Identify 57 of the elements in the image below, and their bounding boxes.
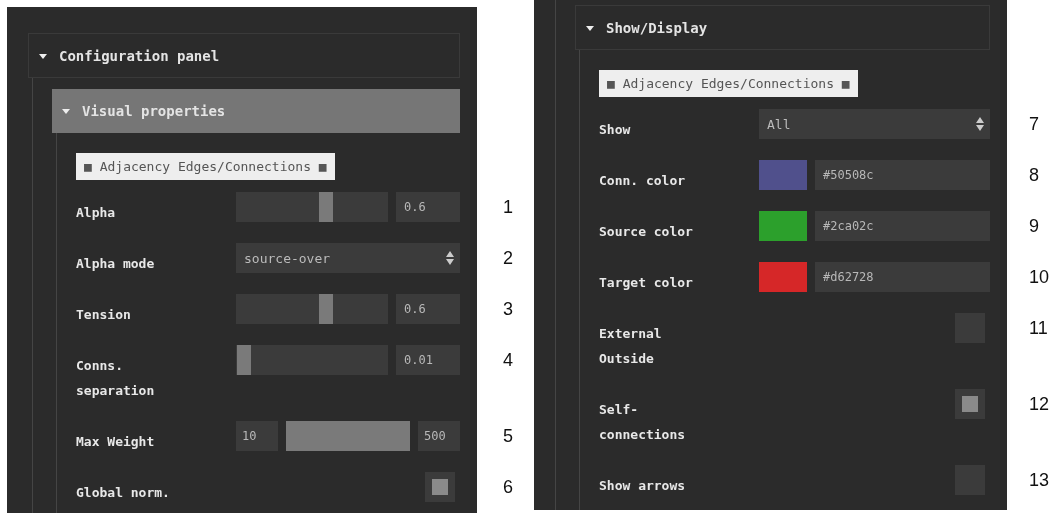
annotation-number: 4 [503,350,513,370]
slider-track[interactable] [236,192,388,222]
field-label: Conns. separation [76,357,156,400]
field-label: Target color [599,274,694,292]
field-label: Tension [76,306,132,324]
section-header[interactable]: Show/Display [575,5,990,50]
field-label: Show arrows [599,477,687,495]
value-field[interactable]: 0.6 [396,192,460,222]
min-field[interactable]: 10 [236,421,278,451]
field-label: External Outside [599,325,663,368]
field-label: Conn. color [599,172,687,190]
slider-thumb[interactable] [318,192,333,222]
color-swatch[interactable] [759,211,807,241]
dropdown[interactable]: source-over [236,243,460,273]
caret-icon [586,23,594,32]
field-label: Global norm. [76,484,171,502]
checkbox[interactable] [955,389,985,419]
annotation-number: 9 [1029,216,1039,236]
slider-thumb[interactable] [318,294,333,324]
annotation-number: 6 [503,477,513,497]
max-field[interactable]: 500 [418,421,460,451]
annotation-number: 13 [1029,470,1050,490]
annotation-number: 1 [503,197,513,217]
annotation-number: 12 [1029,394,1050,414]
annotation-number: 2 [503,248,513,268]
annotation-number: 3 [503,299,513,319]
annotation-number: 11 [1029,318,1048,338]
caret-icon [39,51,47,60]
color-field[interactable]: #d62728 [815,262,990,292]
color-field[interactable]: #50508c [815,160,990,190]
color-field[interactable]: #2ca02c [815,211,990,241]
value-field[interactable]: 0.01 [396,345,460,375]
value-field[interactable]: 0.6 [396,294,460,324]
field-label: Show [599,121,632,139]
caret-icon [62,107,70,115]
dropdown[interactable]: All [759,109,990,139]
section-header[interactable]: Visual properties [52,89,460,133]
up-down-arrows-icon [446,251,454,265]
field-label: Self-connections [599,401,687,444]
field-label: Max Weight [76,433,156,451]
slider-track[interactable] [236,345,388,375]
annotation-number: 5 [503,426,513,446]
group-label: ■ Adjacency Edges/Connections ■ [76,153,335,180]
annotation-number: 10 [1029,267,1050,287]
color-swatch[interactable] [759,262,807,292]
annotation-number: 7 [1029,114,1039,134]
field-label: Alpha mode [76,255,156,273]
checkbox[interactable] [425,472,455,502]
slider-thumb[interactable] [237,345,252,375]
annotation-number: 8 [1029,165,1039,185]
section-header[interactable]: Configuration panel [28,33,460,78]
field-label: Alpha [76,204,117,222]
group-label: ■ Adjacency Edges/Connections ■ [599,70,858,97]
up-down-arrows-icon [976,117,984,131]
slider-track[interactable] [236,294,388,324]
color-swatch[interactable] [759,160,807,190]
field-label: Source color [599,223,694,241]
